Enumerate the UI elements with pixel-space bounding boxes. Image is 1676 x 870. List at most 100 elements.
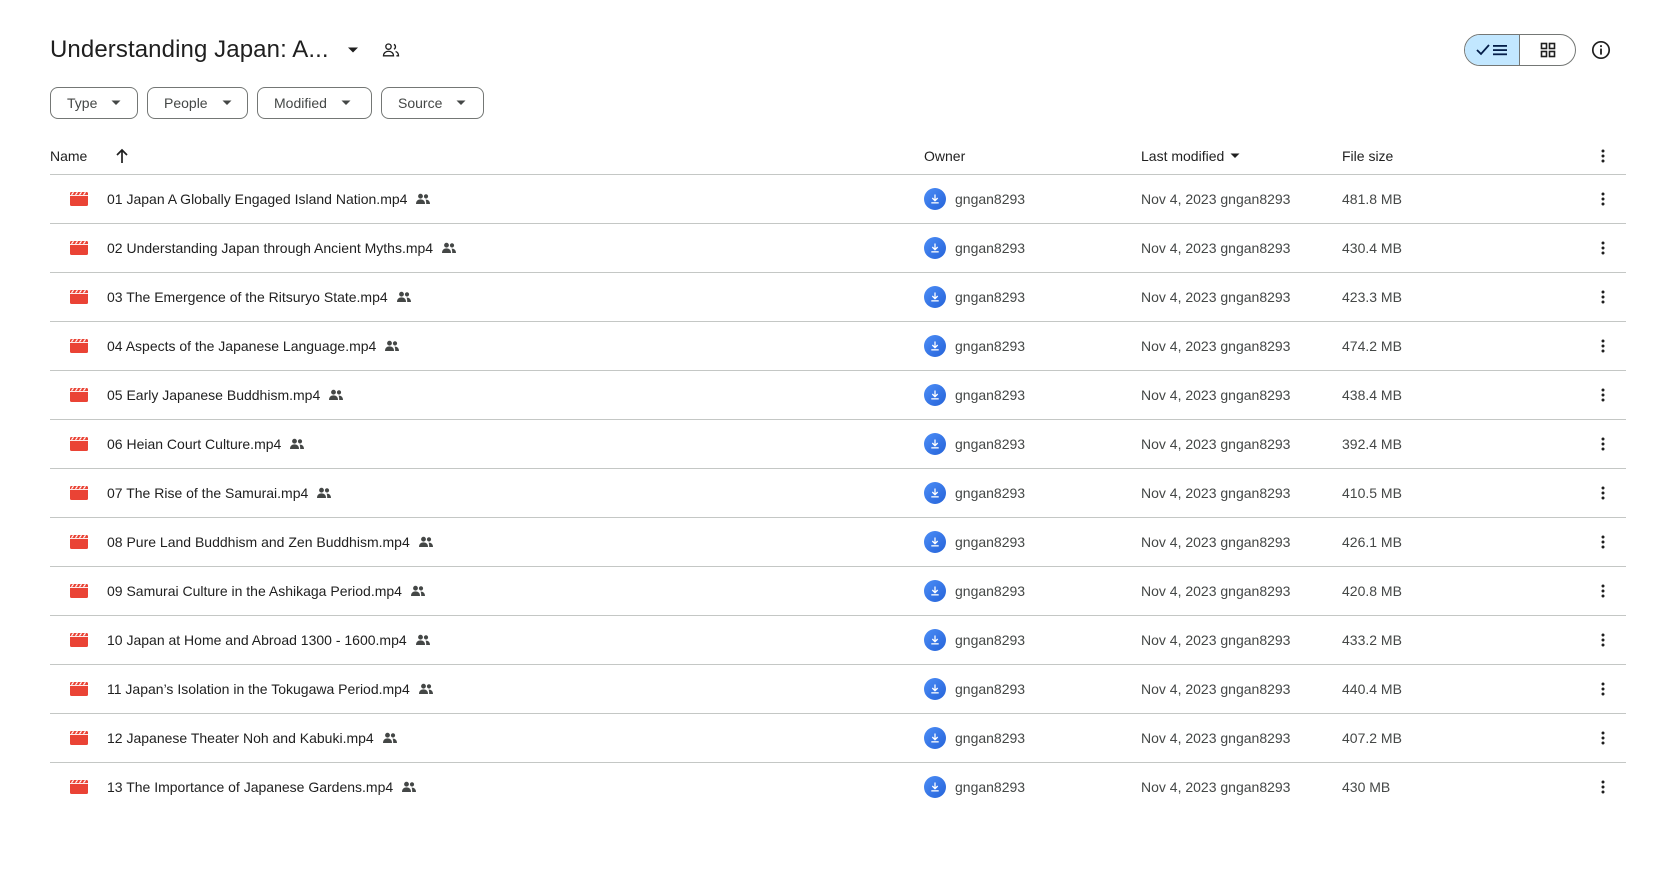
file-name[interactable]: 03 The Emergence of the Ritsuryo State.m… [107,289,388,305]
folder-menu-caret-icon[interactable] [341,38,365,62]
owner-cell: gngan8293 [924,763,1025,811]
file-name-cell: 10 Japan at Home and Abroad 1300 - 1600.… [107,616,431,664]
file-size-cell: 423.3 MB [1342,273,1402,321]
row-more-actions-icon[interactable] [1591,616,1615,664]
file-size-cell: 481.8 MB [1342,175,1402,223]
video-file-icon [70,567,88,615]
last-modified-value: Nov 4, 2023 gngan8293 [1141,338,1291,354]
row-more-actions-icon[interactable] [1591,763,1615,811]
shared-people-icon [384,340,400,352]
row-more-actions-icon[interactable] [1591,714,1615,762]
owner-name: gngan8293 [955,338,1026,354]
filter-type[interactable]: Type [50,87,138,119]
row-more-actions-icon[interactable] [1591,175,1615,223]
grid-icon [1540,42,1555,58]
last-modified-cell: Nov 4, 2023 gngan8293 [1141,518,1290,566]
owner-cell: gngan8293 [924,469,1025,517]
shared-people-icon [382,732,398,744]
column-header-owner[interactable]: Owner [924,138,965,174]
row-more-actions-icon[interactable] [1591,420,1615,468]
filter-people[interactable]: People [147,87,248,119]
shared-folder-icon[interactable] [379,38,403,62]
grid-view-button[interactable] [1520,35,1575,65]
filter-modified[interactable]: Modified [257,87,372,119]
owner-name: gngan8293 [955,534,1026,550]
file-size-cell: 430 MB [1342,763,1390,811]
table-row[interactable]: 09 Samurai Culture in the Ashikaga Perio… [50,567,1626,616]
row-more-actions-icon[interactable] [1591,518,1615,566]
table-row[interactable]: 06 Heian Court Culture.mp4 gngan8293 Nov… [50,420,1626,469]
table-row[interactable]: 04 Aspects of the Japanese Language.mp4 … [50,322,1626,371]
file-name[interactable]: 08 Pure Land Buddhism and Zen Buddhism.m… [107,534,410,550]
table-row[interactable]: 13 The Importance of Japanese Gardens.mp… [50,763,1626,812]
more-vert-icon[interactable] [1591,138,1615,174]
file-name[interactable]: 02 Understanding Japan through Ancient M… [107,240,433,256]
row-more-actions-icon[interactable] [1591,567,1615,615]
download-avatar-icon [924,384,946,406]
last-modified-value: Nov 4, 2023 gngan8293 [1141,534,1291,550]
file-name[interactable]: 09 Samurai Culture in the Ashikaga Perio… [107,583,402,599]
file-size-value: 423.3 MB [1342,289,1402,305]
video-file-icon [70,616,88,664]
owner-name: gngan8293 [955,779,1026,795]
row-more-actions-icon[interactable] [1591,469,1615,517]
view-toggle [1464,34,1576,66]
download-avatar-icon [924,678,946,700]
column-header-name[interactable]: Name [50,138,87,174]
filter-modified-label: Modified [274,95,327,111]
owner-name: gngan8293 [955,289,1026,305]
last-modified-cell: Nov 4, 2023 gngan8293 [1141,763,1290,811]
row-more-actions-icon[interactable] [1591,224,1615,272]
video-file-icon [70,714,88,762]
column-header-last-modified[interactable]: Last modified [1141,138,1240,174]
video-file-icon [70,273,88,321]
last-modified-cell: Nov 4, 2023 gngan8293 [1141,420,1290,468]
row-more-actions-icon[interactable] [1591,665,1615,713]
table-row[interactable]: 08 Pure Land Buddhism and Zen Buddhism.m… [50,518,1626,567]
owner-name: gngan8293 [955,240,1026,256]
sort-arrow-up-icon[interactable] [110,138,134,174]
table-row[interactable]: 03 The Emergence of the Ritsuryo State.m… [50,273,1626,322]
download-avatar-icon [924,580,946,602]
last-modified-value: Nov 4, 2023 gngan8293 [1141,632,1291,648]
table-row[interactable]: 11 Japan’s Isolation in the Tokugawa Per… [50,665,1626,714]
table-row[interactable]: 07 The Rise of the Samurai.mp4 gngan8293 [50,469,1626,518]
owner-cell: gngan8293 [924,518,1025,566]
table-row[interactable]: 10 Japan at Home and Abroad 1300 - 1600.… [50,616,1626,665]
file-size-cell: 440.4 MB [1342,665,1402,713]
video-file-icon [70,420,88,468]
column-header-file-size[interactable]: File size [1342,138,1393,174]
file-name[interactable]: 04 Aspects of the Japanese Language.mp4 [107,338,376,354]
file-name[interactable]: 11 Japan’s Isolation in the Tokugawa Per… [107,681,410,697]
file-name[interactable]: 01 Japan A Globally Engaged Island Natio… [107,191,407,207]
file-size-cell: 426.1 MB [1342,518,1402,566]
file-name[interactable]: 07 The Rise of the Samurai.mp4 [107,485,308,501]
table-row[interactable]: 02 Understanding Japan through Ancient M… [50,224,1626,273]
file-name[interactable]: 13 The Importance of Japanese Gardens.mp… [107,779,393,795]
filter-type-label: Type [67,95,98,111]
list-view-button[interactable] [1465,35,1521,65]
file-size-cell: 438.4 MB [1342,371,1402,419]
table-row[interactable]: 12 Japanese Theater Noh and Kabuki.mp4 g… [50,714,1626,763]
file-name[interactable]: 10 Japan at Home and Abroad 1300 - 1600.… [107,632,407,648]
row-more-actions-icon[interactable] [1591,322,1615,370]
filter-source[interactable]: Source [381,87,484,119]
row-more-actions-icon[interactable] [1591,273,1615,321]
filter-people-label: People [164,95,208,111]
row-more-actions-icon[interactable] [1591,371,1615,419]
file-name[interactable]: 06 Heian Court Culture.mp4 [107,436,281,452]
folder-title[interactable]: Understanding Japan: A... [50,36,329,64]
chevron-down-icon [222,100,232,106]
file-name[interactable]: 12 Japanese Theater Noh and Kabuki.mp4 [107,730,374,746]
file-name[interactable]: 05 Early Japanese Buddhism.mp4 [107,387,320,403]
file-name-cell: 04 Aspects of the Japanese Language.mp4 [107,322,400,370]
table-row[interactable]: 01 Japan A Globally Engaged Island Natio… [50,175,1626,224]
owner-name: gngan8293 [955,191,1026,207]
video-file-icon [70,665,88,713]
table-row[interactable]: 05 Early Japanese Buddhism.mp4 gngan8293 [50,371,1626,420]
download-avatar-icon [924,776,946,798]
info-icon[interactable] [1589,38,1613,62]
file-name-cell: 01 Japan A Globally Engaged Island Natio… [107,175,431,223]
file-name-cell: 07 The Rise of the Samurai.mp4 [107,469,332,517]
file-size-value: 430 MB [1342,779,1391,795]
